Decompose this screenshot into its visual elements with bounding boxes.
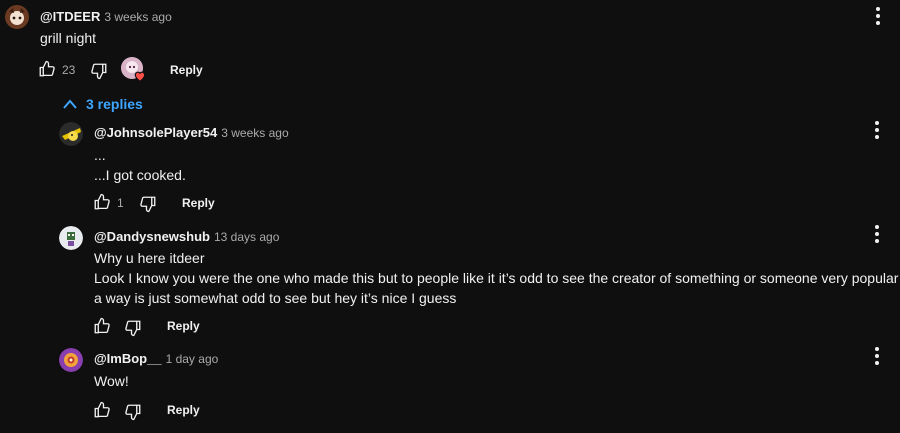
avatar-itdeer[interactable] — [5, 5, 29, 29]
author-handle[interactable]: @ImBop__ — [94, 351, 162, 366]
reply-header: @Dandysnewshub 13 days ago — [94, 228, 279, 246]
dislike-button[interactable] — [90, 62, 108, 80]
thumb-up-icon — [94, 401, 110, 418]
reply-button[interactable]: Reply — [170, 63, 203, 77]
reply-text: Why u here itdeer Look I know you were t… — [94, 248, 900, 308]
reply-text-line: ...I got cooked. — [94, 167, 186, 183]
heart-icon — [134, 71, 146, 82]
avatar-imbop[interactable] — [59, 348, 83, 372]
reply-text-line: Wow! — [94, 373, 129, 389]
author-handle[interactable]: @Dandysnewshub — [94, 229, 210, 244]
like-button[interactable] — [93, 193, 111, 211]
reply-text-line: a way is just somewhat odd to see but he… — [94, 290, 457, 306]
thumb-up-icon — [94, 193, 110, 210]
like-button[interactable] — [93, 401, 111, 419]
reply-menu-button[interactable] — [867, 118, 887, 142]
thumb-down-icon — [140, 196, 156, 213]
timestamp[interactable]: 3 weeks ago — [104, 10, 171, 24]
timestamp[interactable]: 3 weeks ago — [221, 126, 288, 140]
reply-text: Wow! — [94, 371, 129, 391]
reply-header: @ImBop__ 1 day ago — [94, 350, 218, 368]
like-count: 23 — [62, 63, 76, 77]
timestamp[interactable]: 13 days ago — [214, 230, 279, 244]
creator-heart-badge — [121, 57, 147, 83]
thumb-down-icon — [125, 404, 141, 421]
dislike-button[interactable] — [124, 403, 142, 421]
reply-menu-button[interactable] — [867, 222, 887, 246]
comment-header: @ITDEER 3 weeks ago — [40, 8, 172, 26]
reply-header: @JohnsolePlayer54 3 weeks ago — [94, 124, 289, 142]
reply-text-line: Look I know you were the one who made th… — [94, 270, 900, 286]
kebab-menu-icon — [867, 121, 887, 139]
chevron-up-icon — [63, 99, 77, 109]
replies-count: 3 replies — [86, 96, 143, 112]
like-button[interactable] — [93, 317, 111, 335]
thumb-down-icon — [91, 63, 107, 80]
comment-text: grill night — [40, 30, 97, 46]
thumb-down-icon — [125, 320, 141, 337]
kebab-menu-icon — [867, 347, 887, 365]
reply-button[interactable]: Reply — [167, 319, 200, 333]
replies-toggle[interactable]: 3 replies — [62, 96, 143, 112]
kebab-menu-icon — [868, 7, 888, 25]
reply-button[interactable]: Reply — [182, 196, 215, 210]
thumb-up-icon — [39, 60, 55, 77]
comment-menu-button[interactable] — [868, 4, 888, 28]
author-handle[interactable]: @ITDEER — [40, 9, 100, 24]
like-button[interactable] — [38, 60, 56, 78]
dislike-button[interactable] — [139, 195, 157, 213]
reply-menu-button[interactable] — [867, 344, 887, 368]
avatar-dandysnewshub[interactable] — [59, 226, 83, 250]
avatar-johnsoleplayer54[interactable] — [59, 122, 83, 146]
timestamp[interactable]: 1 day ago — [166, 352, 219, 366]
like-count: 1 — [117, 196, 124, 210]
reply-text-line: ... — [94, 147, 106, 163]
author-handle[interactable]: @JohnsolePlayer54 — [94, 125, 217, 140]
reply-text: ... ...I got cooked. — [94, 145, 186, 185]
reply-button[interactable]: Reply — [167, 403, 200, 417]
dislike-button[interactable] — [124, 319, 142, 337]
thumb-up-icon — [94, 317, 110, 334]
reply-text-line: Why u here itdeer — [94, 250, 205, 266]
kebab-menu-icon — [867, 225, 887, 243]
